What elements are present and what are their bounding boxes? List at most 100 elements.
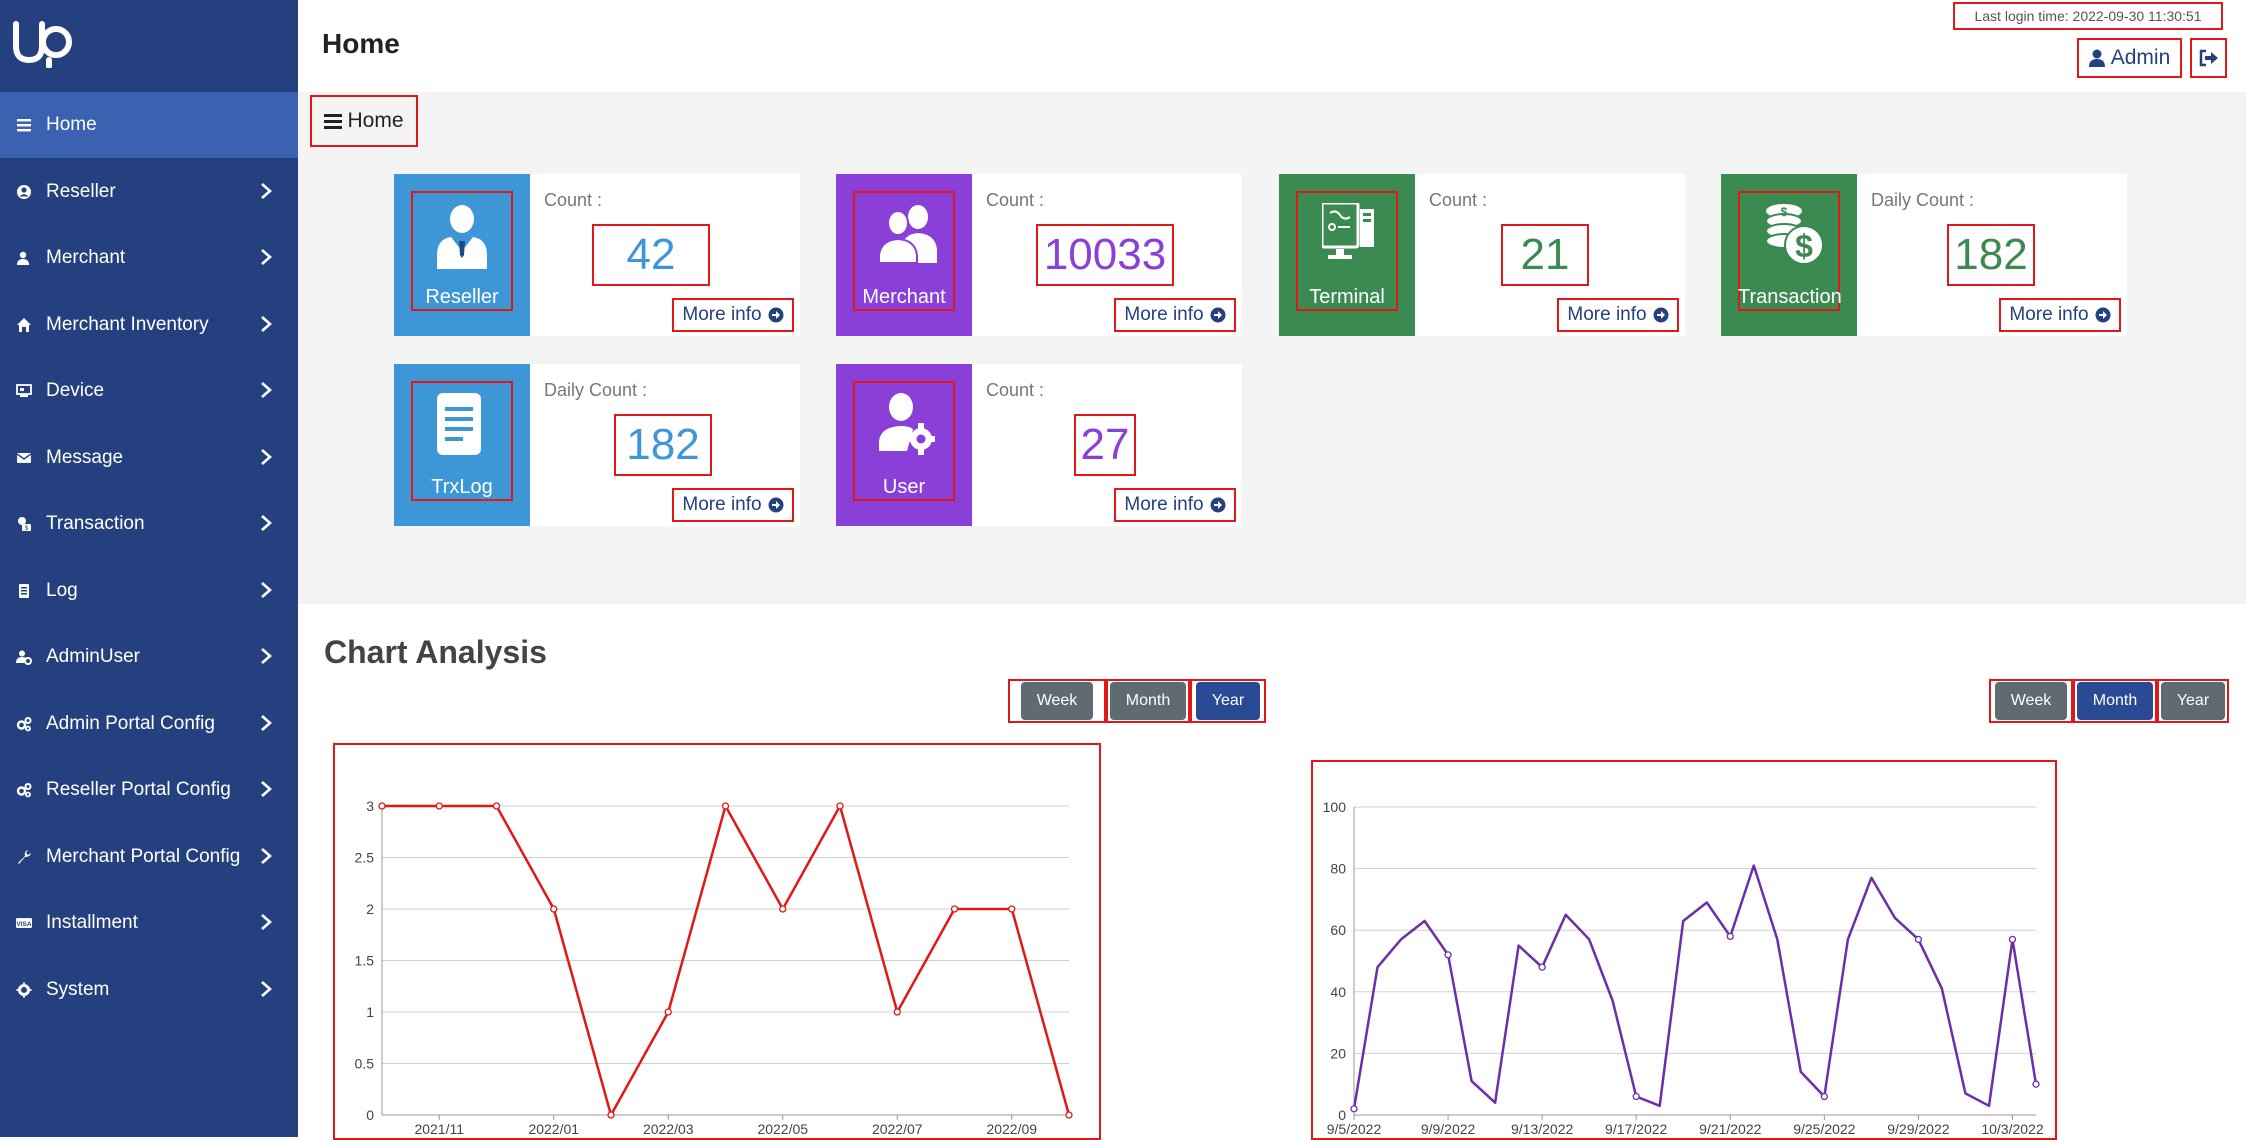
arrow-circle-right-icon <box>768 497 784 513</box>
card-color-panel: $ $ Transaction <box>1721 174 1857 336</box>
svg-text:$: $ <box>1781 205 1788 219</box>
trxlog-card-icon-box[interactable]: TrxLog <box>411 381 513 501</box>
sidebar-item-log[interactable]: Log <box>0 558 298 624</box>
sidebar-item-merchant-inventory[interactable]: Merchant Inventory <box>0 292 298 358</box>
reseller-card-icon-box[interactable]: Reseller <box>411 191 513 311</box>
card-count-value: 182 <box>1947 224 2035 286</box>
sidebar-item-reseller-portal-config[interactable]: Reseller Portal Config <box>0 757 298 823</box>
data-point[interactable] <box>950 905 959 913</box>
sidebar-item-label: Device <box>46 380 105 401</box>
x-tick-label: 2022/03 <box>643 1121 694 1137</box>
year-label: Year <box>2160 682 2226 720</box>
more-info-link[interactable]: More info <box>672 298 794 332</box>
more-info-link[interactable]: More info <box>1557 298 1679 332</box>
data-point[interactable] <box>2008 935 2017 944</box>
user-circle-icon <box>14 182 34 202</box>
sidebar-item-reseller[interactable]: Reseller <box>0 159 298 225</box>
card-title: Merchant <box>862 286 946 308</box>
sidebar-item-label: Log <box>46 579 78 601</box>
right-month-button[interactable]: Month <box>2073 679 2157 723</box>
left-month-button[interactable]: Month <box>1106 679 1190 723</box>
data-point[interactable] <box>779 905 787 913</box>
data-point[interactable] <box>1444 951 1452 959</box>
card-color-panel: Merchant <box>836 174 972 336</box>
left-week-button[interactable]: Week <box>1008 679 1106 723</box>
transaction-card-icon-box[interactable]: $ $ Transaction <box>1738 191 1842 311</box>
y-tick-label: 40 <box>1330 984 1346 1000</box>
data-point[interactable] <box>492 802 501 810</box>
card-count-label: Count : <box>544 190 603 210</box>
data-point[interactable] <box>607 1111 615 1119</box>
terminal-card-icon-box[interactable]: Terminal <box>1296 191 1398 311</box>
breadcrumb[interactable]: Home <box>310 95 418 147</box>
sidebar-item-adminuser[interactable]: AdminUser <box>0 624 298 690</box>
data-point[interactable] <box>1914 935 1923 944</box>
sidebar-item-message[interactable]: Message <box>0 425 298 491</box>
sidebar-item-device[interactable]: Device <box>0 358 298 424</box>
sidebar-item-merchant[interactable]: Merchant <box>0 225 298 291</box>
sidebar-item-label: Home <box>46 114 97 135</box>
chevron-right-icon <box>261 847 272 864</box>
card-count-label: Count : <box>986 190 1045 210</box>
sidebar-item-label: Admin Portal Config <box>46 712 215 734</box>
more-info-link[interactable]: More info <box>672 488 794 522</box>
data-point[interactable] <box>1008 905 1016 913</box>
bars-icon <box>324 114 343 129</box>
y-tick-label: 20 <box>1330 1045 1346 1061</box>
year-label: Year <box>1195 682 1261 720</box>
more-info-link[interactable]: More info <box>1114 488 1236 522</box>
trxlog-card: TrxLog Daily Count : 182 More info <box>394 364 800 526</box>
data-point[interactable] <box>836 802 844 810</box>
y-tick-label: 3 <box>366 798 374 814</box>
sidebar-item-merchant-portal-config[interactable]: Merchant Portal Config <box>0 824 298 890</box>
dashboard-summary-area <box>298 92 2246 604</box>
sidebar-item-installment[interactable]: VISA Installment <box>0 890 298 956</box>
card-count-value: 182 <box>614 414 712 476</box>
brand-logo <box>13 21 72 68</box>
sidebar-item-system[interactable]: System <box>0 957 298 1023</box>
sidebar-item-admin-portal-config[interactable]: Admin Portal Config <box>0 691 298 757</box>
data-point[interactable] <box>1632 1092 1640 1101</box>
data-point[interactable] <box>1726 932 1734 941</box>
sidebar-item-transaction[interactable]: $ Transaction <box>0 491 298 557</box>
x-tick-label: 9/29/2022 <box>1887 1121 1949 1137</box>
gears-icon <box>14 780 34 800</box>
device-icon <box>14 381 34 401</box>
sidebar-item-home[interactable]: Home <box>0 92 298 158</box>
card-count-label: Daily Count : <box>544 380 648 400</box>
user-card-icon-box[interactable]: User <box>853 381 955 501</box>
page-title: Home <box>322 28 400 59</box>
card-count-value: 27 <box>1074 414 1136 476</box>
data-point[interactable] <box>1538 963 1546 971</box>
transaction-card: $ $ Transaction Daily Count : 182 More in… <box>1721 174 2127 336</box>
logout-button[interactable] <box>2190 38 2227 78</box>
data-point[interactable] <box>893 1008 901 1016</box>
merchant-card-icon-box[interactable]: Merchant <box>853 191 955 311</box>
sidebar-item-label: System <box>46 978 110 1000</box>
data-point[interactable] <box>378 802 386 810</box>
data-point[interactable] <box>1820 1092 1828 1101</box>
chart-svg: 0 0.5 1 1.5 2 2.5 3 2021/11 2022/01 2022/03 2022/0… <box>355 798 1073 1137</box>
monthly-chart: 0 20 40 60 80 100 9/5/2022 9/9/2022 9/13/2022 9/1… <box>1311 760 2057 1140</box>
left-year-button[interactable]: Year <box>1190 679 1266 723</box>
data-point[interactable] <box>1350 1105 1358 1113</box>
more-info-link[interactable]: More info <box>1999 298 2121 332</box>
y-tick-label: 2.5 <box>355 850 375 866</box>
visa-icon: VISA <box>14 913 34 933</box>
right-week-button[interactable]: Week <box>1989 679 2073 723</box>
y-tick-label: 100 <box>1323 799 1347 815</box>
card-color-panel: User <box>836 364 972 526</box>
data-point[interactable] <box>2032 1080 2040 1088</box>
data-point[interactable] <box>550 905 558 913</box>
data-point[interactable] <box>1065 1111 1073 1119</box>
more-info-label: More info <box>2009 304 2089 325</box>
data-point[interactable] <box>664 1008 672 1016</box>
data-point[interactable] <box>721 802 730 810</box>
chevron-right-icon <box>261 648 272 664</box>
cog-icon <box>14 980 34 1000</box>
right-year-button[interactable]: Year <box>2157 679 2229 723</box>
chevron-right-icon <box>261 382 272 398</box>
more-info-link[interactable]: More info <box>1114 298 1236 332</box>
admin-user-button[interactable]: Admin <box>2077 38 2182 78</box>
data-point[interactable] <box>435 802 443 810</box>
